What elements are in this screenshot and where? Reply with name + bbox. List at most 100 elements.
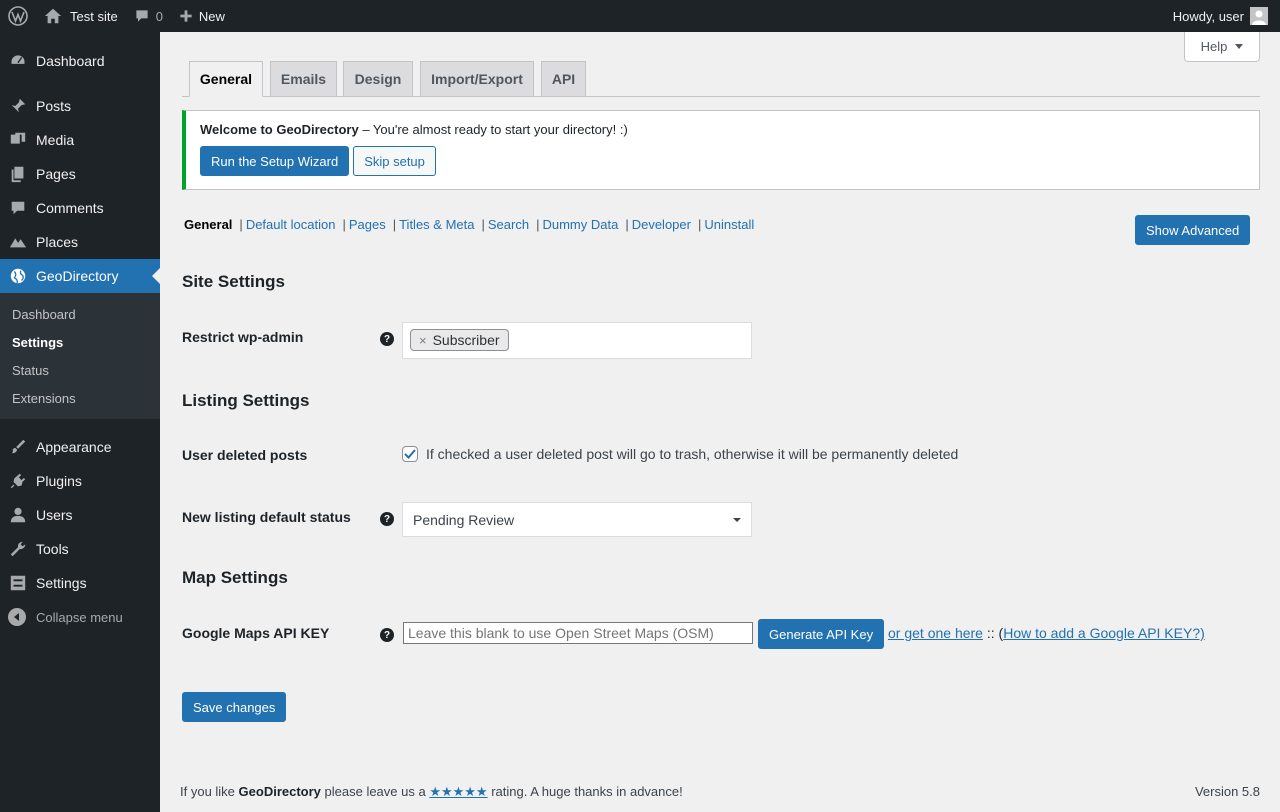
- listing-settings-heading: Listing Settings: [182, 391, 310, 410]
- places-icon: [8, 232, 28, 252]
- google-maps-api-key-input[interactable]: [403, 622, 753, 644]
- tab-import-export[interactable]: Import/Export: [420, 61, 534, 97]
- sidebar-item-dashboard[interactable]: Dashboard: [0, 44, 160, 78]
- new-content-link[interactable]: New: [171, 0, 233, 32]
- how-to-api-key-link[interactable]: How to add a Google API KEY?): [1003, 625, 1205, 641]
- my-account[interactable]: Howdy, user: [1165, 0, 1280, 32]
- subsection-titles-meta[interactable]: Titles & Meta: [399, 217, 474, 232]
- plus-icon: [180, 10, 192, 22]
- rating-stars-link[interactable]: ★★★★★: [429, 784, 487, 799]
- submenu-item-settings[interactable]: Settings: [0, 328, 160, 356]
- run-setup-wizard-button[interactable]: Run the Setup Wizard: [200, 146, 350, 176]
- comments-count: 0: [155, 8, 163, 24]
- dashboard-icon: [8, 51, 28, 71]
- subsection-search[interactable]: Search: [488, 217, 529, 232]
- collapse-arrow-icon: [8, 608, 26, 626]
- comment-icon: [8, 198, 28, 218]
- show-advanced-button[interactable]: Show Advanced: [1135, 215, 1251, 245]
- checkmark-icon: [404, 449, 416, 459]
- help-tip-icon[interactable]: ?: [380, 332, 394, 346]
- pages-icon: [8, 164, 28, 184]
- sidebar-item-comments[interactable]: Comments: [0, 191, 160, 225]
- subsection-uninstall[interactable]: Uninstall: [704, 217, 754, 232]
- sidebar-item-label: Settings: [36, 575, 87, 591]
- subsection-developer[interactable]: Developer: [632, 217, 691, 232]
- restrict-wp-admin-select[interactable]: × Subscriber: [402, 322, 752, 359]
- default-status-label: New listing default status: [182, 509, 351, 525]
- tab-general[interactable]: General: [189, 61, 263, 97]
- subsection-general[interactable]: General: [184, 217, 232, 232]
- collapse-label: Collapse menu: [36, 609, 123, 625]
- submenu-item-status[interactable]: Status: [0, 356, 160, 384]
- settings-subsections: General | Default location | Pages | Titles…: [184, 217, 755, 232]
- get-api-key-link[interactable]: or get one here: [888, 625, 983, 641]
- link-separator: :: (: [982, 625, 1004, 641]
- user-deleted-posts-checkbox[interactable]: [402, 446, 418, 462]
- howdy-text: Howdy, user: [1172, 8, 1244, 24]
- sidebar-item-settings[interactable]: Settings: [0, 566, 160, 600]
- notice-text: – You're almost ready to start your dire…: [358, 122, 628, 137]
- geodirectory-submenu: Dashboard Settings Status Extensions: [0, 293, 160, 419]
- help-button[interactable]: Help: [1184, 32, 1260, 62]
- collapse-menu-button[interactable]: Collapse menu: [0, 600, 160, 634]
- user-deleted-posts-label: User deleted posts: [182, 447, 308, 463]
- user-deleted-posts-description: If checked a user deleted post will go t…: [426, 446, 959, 462]
- save-changes-button[interactable]: Save changes: [182, 692, 287, 722]
- sidebar-item-places[interactable]: Places: [0, 225, 160, 259]
- brush-icon: [8, 437, 28, 457]
- sidebar-item-posts[interactable]: Posts: [0, 89, 160, 123]
- sidebar-item-media[interactable]: Media: [0, 123, 160, 157]
- sidebar-item-plugins[interactable]: Plugins: [0, 464, 160, 498]
- api-help-links: or get one here :: (How to add a Google …: [888, 625, 1205, 641]
- tab-design[interactable]: Design: [343, 61, 413, 97]
- new-label: New: [198, 8, 225, 24]
- footer-rating-text: If you like GeoDirectory please leave us…: [180, 784, 683, 800]
- remove-chip-icon[interactable]: ×: [419, 333, 427, 348]
- sidebar-item-tools[interactable]: Tools: [0, 532, 160, 566]
- google-maps-api-key-label: Google Maps API KEY: [182, 625, 330, 641]
- sidebar-item-label: Appearance: [36, 439, 112, 455]
- footer-brand: GeoDirectory: [238, 784, 321, 799]
- home-icon: [44, 8, 62, 24]
- submenu-item-extensions[interactable]: Extensions: [0, 384, 160, 412]
- settings-icon: [8, 573, 28, 593]
- help-tip-icon[interactable]: ?: [380, 628, 394, 642]
- skip-setup-button[interactable]: Skip setup: [353, 146, 436, 176]
- generate-api-key-button[interactable]: Generate API Key: [758, 619, 885, 649]
- footer-middle: please leave us a: [320, 784, 430, 799]
- site-name: Test site: [70, 8, 118, 24]
- footer-prefix: If you like: [180, 784, 239, 799]
- wrench-icon: [8, 539, 28, 559]
- admin-sidebar: Dashboard Posts Media Pages Comments Pla…: [0, 32, 160, 812]
- tab-emails[interactable]: Emails: [270, 61, 337, 97]
- comment-bubble-icon: [136, 10, 148, 22]
- notice-title: Welcome to GeoDirectory: [200, 122, 359, 137]
- sidebar-item-label: GeoDirectory: [36, 268, 119, 284]
- main-content: Help General Emails Design Import/Export…: [160, 32, 1280, 812]
- comments-link[interactable]: 0: [126, 0, 171, 32]
- globe-icon: [8, 266, 28, 286]
- site-name-link[interactable]: Test site: [36, 0, 126, 32]
- sidebar-item-geodirectory[interactable]: GeoDirectory: [0, 259, 160, 293]
- sidebar-item-pages[interactable]: Pages: [0, 157, 160, 191]
- wordpress-logo-icon[interactable]: [0, 0, 36, 32]
- subsection-pages[interactable]: Pages: [349, 217, 386, 232]
- sidebar-item-label: Plugins: [36, 473, 82, 489]
- subsection-default-location[interactable]: Default location: [246, 217, 336, 232]
- version-text: Version 5.8: [1194, 784, 1260, 799]
- footer-suffix: rating. A huge thanks in advance!: [487, 784, 683, 799]
- tab-api[interactable]: API: [541, 61, 586, 97]
- sidebar-item-label: Places: [36, 234, 79, 250]
- chevron-down-icon: [1235, 44, 1244, 49]
- help-label: Help: [1200, 39, 1228, 54]
- role-chip: × Subscriber: [410, 329, 509, 351]
- help-tip-icon[interactable]: ?: [380, 512, 394, 526]
- subsection-dummy-data[interactable]: Dummy Data: [542, 217, 618, 232]
- sidebar-item-appearance[interactable]: Appearance: [0, 430, 160, 464]
- sidebar-item-users[interactable]: Users: [0, 498, 160, 532]
- default-status-select[interactable]: Pending Review: [402, 502, 752, 537]
- sidebar-item-label: Tools: [36, 541, 69, 557]
- sidebar-item-label: Comments: [36, 200, 104, 216]
- plugin-icon: [8, 471, 28, 491]
- submenu-item-dashboard[interactable]: Dashboard: [0, 300, 160, 328]
